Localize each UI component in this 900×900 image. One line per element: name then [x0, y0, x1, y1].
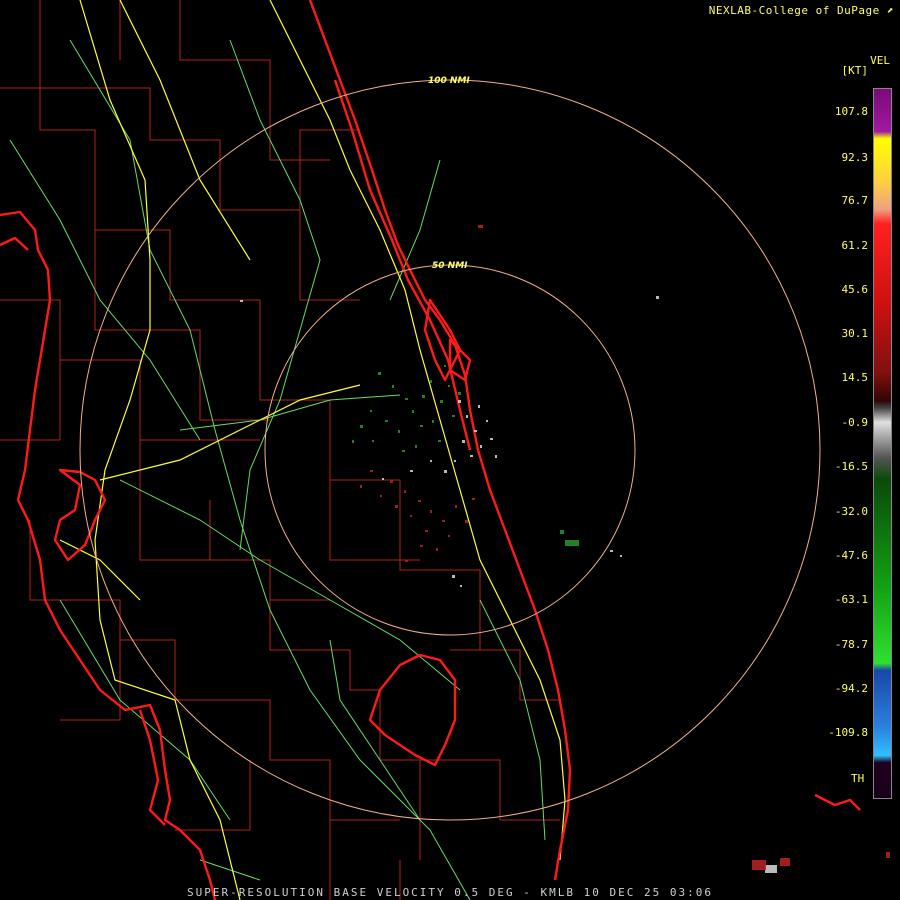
- colorbar-tick: -78.7: [834, 638, 868, 651]
- logo-icon: ⬈: [886, 4, 894, 17]
- colorbar-tick: 30.1: [841, 327, 869, 340]
- radar-display: { "credit": "NEXLAB-College of DuPage", …: [0, 0, 900, 900]
- credit-label: NEXLAB-College of DuPage ⬈: [709, 4, 894, 17]
- minor-highways: [9, 39, 546, 900]
- colorbar-tick: 76.7: [841, 194, 869, 207]
- colorbar-tick: -109.8: [828, 726, 868, 739]
- colorbar-tick: -47.6: [834, 549, 868, 562]
- range-ring-50-nmi: [264, 264, 636, 636]
- colorbar-tick: -32.0: [834, 505, 868, 518]
- range-ring-label-100: 100 NMI: [428, 76, 470, 86]
- velocity-colorbar: [873, 88, 892, 799]
- colorbar-tick: 107.8: [834, 105, 868, 118]
- colorbar-tick: 14.5: [841, 371, 869, 384]
- colorbar-tick: 92.3: [841, 151, 869, 164]
- county-boundaries: [0, 0, 560, 900]
- range-rings: [79, 79, 821, 821]
- product-footer: SUPER-RESOLUTION BASE VELOCITY 0.5 DEG -…: [187, 886, 713, 899]
- range-ring-100-nmi: [79, 79, 821, 821]
- colorbar-tick: -94.2: [834, 682, 868, 695]
- colorbar-tick: -16.5: [834, 460, 868, 473]
- major-highways: [59, 0, 566, 900]
- base-map: 100 NMI 50 NMI: [0, 0, 890, 900]
- coastline: [0, 0, 861, 900]
- colorbar-tick: -0.9: [841, 416, 869, 429]
- velocity-returns: [240, 225, 890, 873]
- colorbar-tick: -63.1: [834, 593, 868, 606]
- colorbar-tick: 61.2: [841, 239, 869, 252]
- colorbar-unit-label: [KT]: [841, 64, 869, 77]
- colorbar-th-label: TH: [851, 772, 865, 785]
- range-ring-label-50: 50 NMI: [432, 261, 468, 271]
- colorbar-product-label: VEL: [870, 54, 890, 67]
- colorbar-tick: 45.6: [841, 283, 869, 296]
- credit-text: NEXLAB-College of DuPage: [708, 4, 880, 17]
